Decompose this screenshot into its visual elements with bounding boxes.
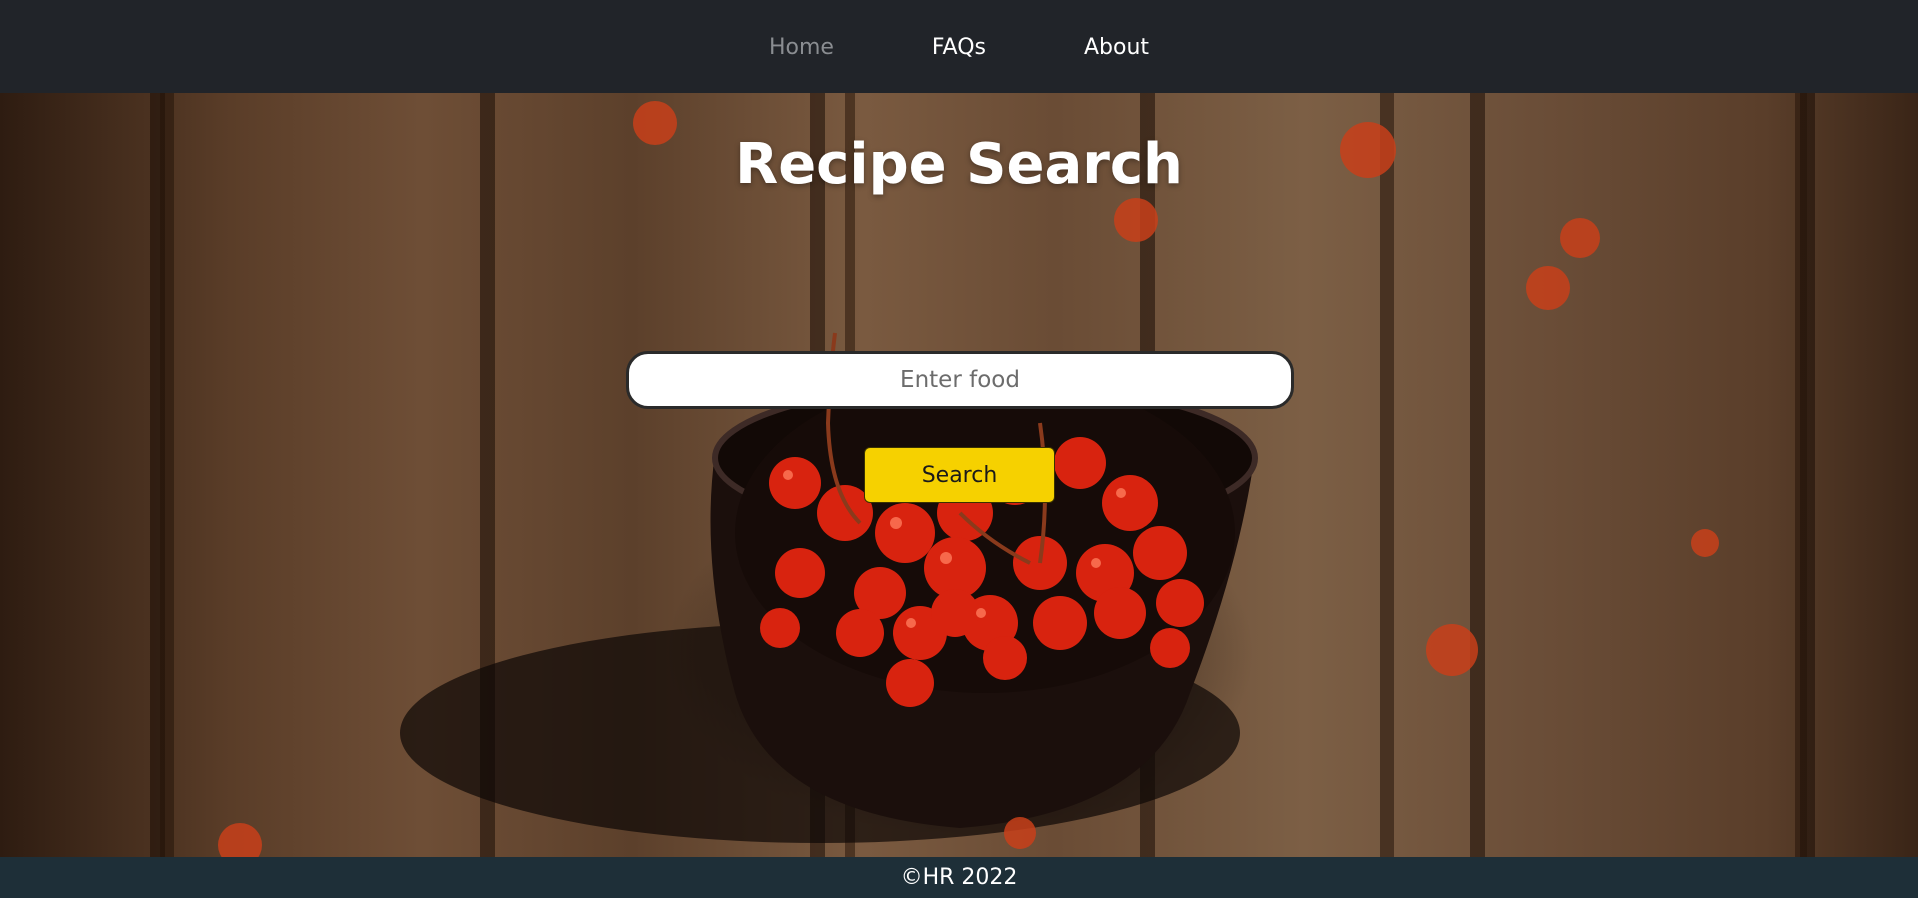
top-navbar: Home FAQs About: [0, 0, 1918, 93]
nav-home-link[interactable]: Home: [769, 33, 834, 60]
page: Home FAQs About Recipe Search Enter food…: [0, 0, 1918, 898]
nav-faqs-link[interactable]: FAQs: [932, 33, 986, 60]
page-title: Recipe Search: [735, 132, 1183, 197]
footer-copyright: ©HR 2022: [0, 857, 1918, 898]
nav-about-link[interactable]: About: [1084, 33, 1149, 60]
food-search-input[interactable]: [626, 351, 1294, 409]
search-button[interactable]: Search: [864, 447, 1055, 503]
